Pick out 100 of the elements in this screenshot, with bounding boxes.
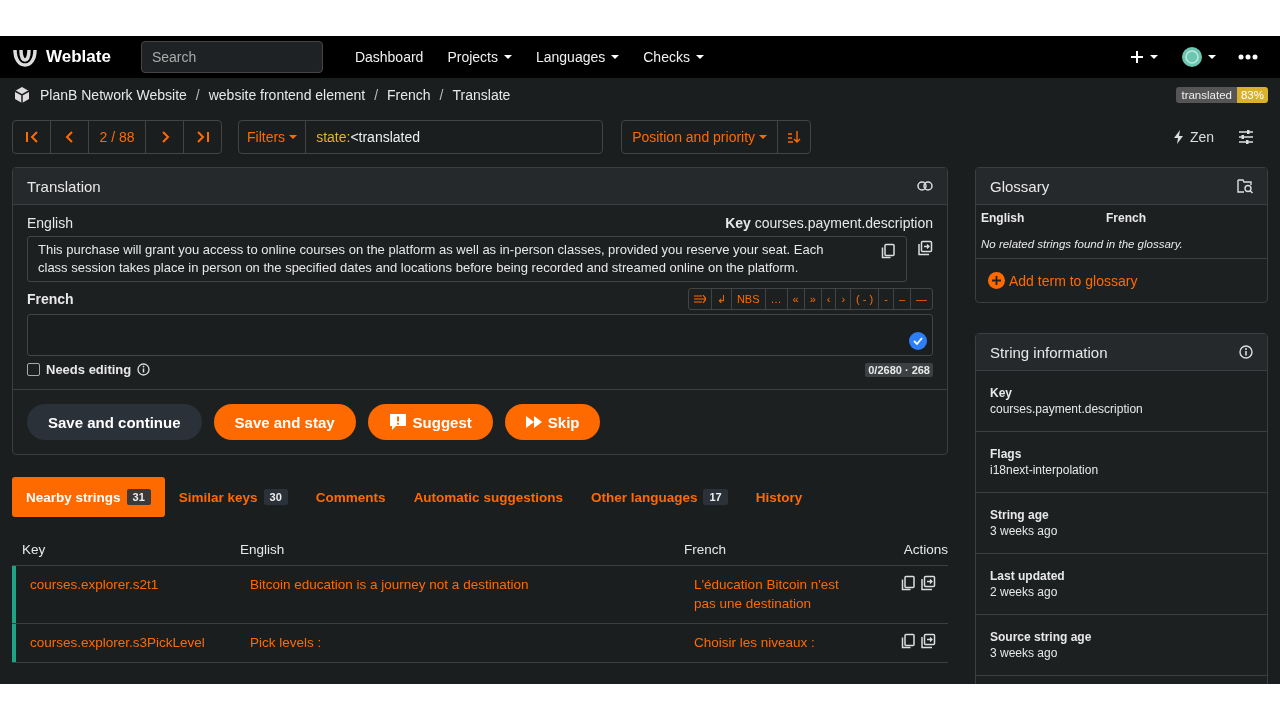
tab[interactable]: Automatic suggestions: [399, 477, 577, 517]
source-text: This purchase will grant you access to online courses on the platform as well as in-person classes, provided you reserve your seat. Each class session takes place in person on the specified dates and locations before being recorded and streamed online on the platform.: [38, 242, 824, 275]
pager-position: 2 / 88: [88, 121, 145, 153]
info-value: 3 weeks ago: [990, 645, 1059, 661]
panel-title: String information: [990, 343, 1108, 361]
source-language-label: English: [27, 215, 73, 231]
string-key-link[interactable]: courses.explorer.s3PickLevel: [30, 635, 205, 650]
menu-item[interactable]: Checks: [643, 49, 704, 65]
link-icon[interactable]: [917, 181, 933, 191]
caret-icon: [289, 135, 298, 139]
special-char-button[interactable]: «: [786, 289, 804, 309]
settings-icon[interactable]: [1238, 129, 1254, 145]
caret-icon: [503, 55, 512, 59]
avatar-icon[interactable]: [1182, 47, 1202, 67]
fast-forward-icon: [525, 416, 542, 428]
action-button[interactable]: Save and continue: [27, 404, 202, 440]
tab[interactable]: History: [741, 477, 817, 517]
caret-icon: [695, 55, 704, 59]
breadcrumb-separator: /: [374, 87, 379, 103]
character-counter: 0/2680 · 268: [865, 362, 933, 377]
source-text-link[interactable]: Bitcoin education is a journey not a destination: [250, 577, 529, 592]
folder-search-icon[interactable]: [1237, 178, 1253, 194]
special-char-button[interactable]: »: [803, 289, 821, 309]
clone-icon[interactable]: [919, 575, 936, 591]
sort-icon[interactable]: [787, 130, 802, 144]
first-icon: [24, 130, 39, 144]
special-char-button[interactable]: —: [910, 289, 932, 309]
special-char-button[interactable]: –: [892, 289, 910, 309]
more-icon[interactable]: [1238, 54, 1258, 60]
tab[interactable]: Comments: [301, 477, 400, 517]
tab[interactable]: Similar keys 30: [164, 477, 302, 517]
column-header: French: [684, 537, 887, 566]
column-header: Actions: [887, 537, 948, 566]
caret-icon: [1150, 55, 1158, 59]
caret-icon: [1208, 55, 1216, 59]
copy-icon[interactable]: [899, 575, 916, 591]
translation-text-link[interactable]: L'éducation Bitcoin n'est pas une destination: [694, 575, 857, 613]
info-label: String age: [990, 507, 1050, 523]
count-badge: 31: [126, 489, 151, 505]
source-text-link[interactable]: Pick levels :: [250, 635, 322, 650]
special-char-button[interactable]: ›: [835, 289, 851, 309]
menu-item[interactable]: Dashboard: [354, 49, 424, 65]
tab[interactable]: Other languages 17: [576, 477, 742, 517]
filters-button[interactable]: Filters: [239, 121, 306, 153]
column-header: English: [981, 211, 1026, 225]
breadcrumb-link[interactable]: Translate: [452, 87, 511, 103]
column-header: Key: [16, 537, 240, 566]
zen-button[interactable]: Zen: [1173, 129, 1214, 145]
comment-icon: [388, 413, 407, 431]
breadcrumb-link[interactable]: website frontend element: [208, 87, 366, 103]
breadcrumb-separator: /: [439, 87, 444, 103]
translation-text-link[interactable]: Choisir les niveaux :: [694, 633, 857, 652]
panel-title: Translation: [27, 177, 101, 195]
tab[interactable]: Nearby strings 31: [12, 477, 165, 517]
last-icon: [195, 130, 210, 144]
add-term-link[interactable]: Add term to glossary: [976, 259, 1267, 302]
info-value: courses.payment.description: [990, 401, 1144, 417]
info-label: Last updated: [990, 568, 1066, 584]
tab-icon: [693, 295, 706, 303]
checkbox[interactable]: [27, 363, 40, 376]
info-label: Flags: [990, 446, 1023, 462]
info-value: 3 weeks ago: [990, 523, 1059, 539]
info-value: 2 weeks ago: [990, 584, 1059, 600]
clone-icon[interactable]: [917, 240, 933, 256]
special-char-button[interactable]: ↲: [710, 289, 731, 309]
special-char-button[interactable]: ( - ): [850, 289, 879, 309]
translation-field[interactable]: [27, 314, 933, 356]
brand-name[interactable]: Weblate: [46, 47, 111, 67]
copy-icon[interactable]: [880, 243, 896, 259]
check-icon: [909, 332, 927, 350]
special-char-button[interactable]: …: [764, 289, 787, 309]
info-value: i18next-interpolation: [990, 462, 1100, 478]
breadcrumb-separator: /: [195, 87, 200, 103]
count-badge: 30: [263, 489, 288, 505]
info-label: Key: [990, 385, 1013, 401]
special-char-button[interactable]: NBS: [730, 289, 765, 309]
info-icon: [1239, 345, 1253, 359]
checkbox-label: Needs editing: [46, 362, 132, 377]
plus-circle-icon: [988, 272, 1005, 289]
lightning-icon: [1173, 130, 1184, 144]
package-icon: [12, 85, 32, 105]
filter-query-field[interactable]: state:<translated: [305, 121, 603, 153]
caret-icon: [611, 55, 620, 59]
special-char-button[interactable]: -: [878, 289, 893, 309]
clone-icon[interactable]: [919, 633, 936, 649]
count-badge: 17: [703, 489, 728, 505]
search-field[interactable]: Search: [140, 41, 323, 73]
column-header: French: [1106, 211, 1147, 225]
menu-item[interactable]: Projects: [447, 49, 512, 65]
breadcrumb-link[interactable]: PlanB Network Website: [40, 87, 187, 103]
caret-icon: [759, 135, 768, 139]
copy-icon[interactable]: [899, 633, 916, 649]
breadcrumb-link[interactable]: French: [387, 87, 431, 103]
info-label: Source string age: [990, 629, 1093, 645]
info-icon: [137, 363, 151, 376]
plus-icon[interactable]: [1130, 50, 1144, 64]
string-key-link[interactable]: courses.explorer.s2t1: [30, 577, 159, 592]
menu-item[interactable]: Languages: [535, 49, 620, 65]
empty-message: No related strings found in the glossary.: [976, 225, 1267, 259]
special-char-button[interactable]: ‹: [820, 289, 836, 309]
